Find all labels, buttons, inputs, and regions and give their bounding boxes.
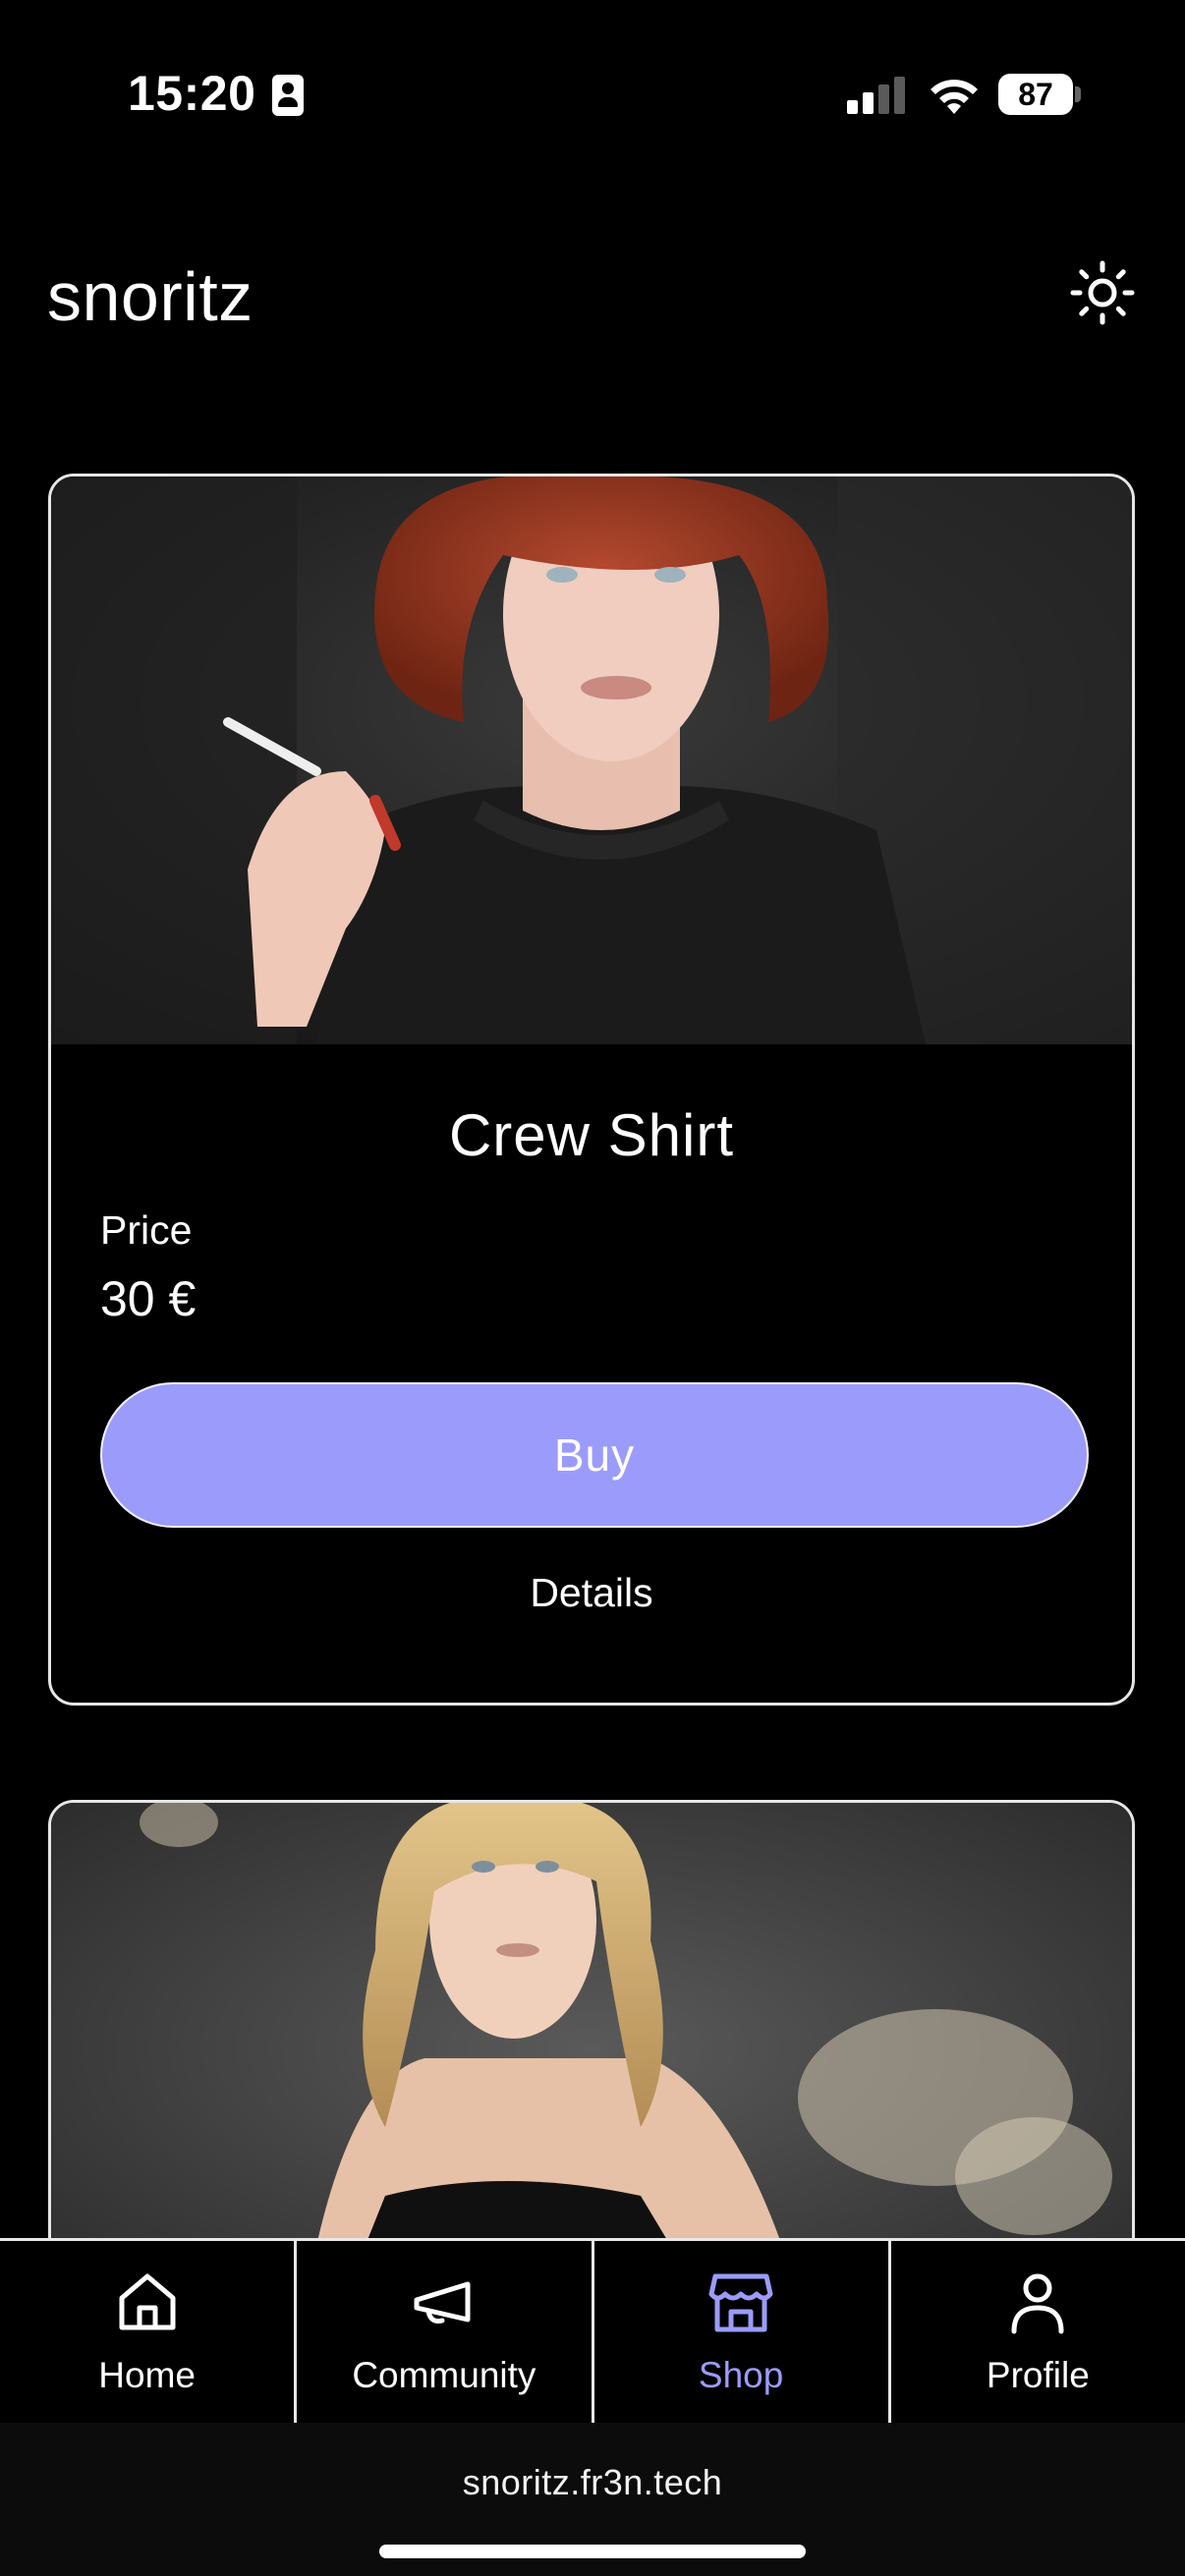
home-icon [119, 2273, 176, 2330]
nav-item-home[interactable]: Home [0, 2241, 294, 2423]
megaphone-icon [414, 2281, 471, 2324]
product-photo [51, 476, 1132, 1044]
product-card [48, 1800, 1135, 2291]
battery-icon: 87 [998, 74, 1073, 115]
product-name: Crew Shirt [448, 1102, 735, 1168]
status-time: 15:20 [128, 66, 256, 121]
sun-icon [1070, 260, 1135, 325]
theme-toggle-button[interactable] [1067, 257, 1138, 328]
browser-bar: snoritz.fr3n.tech [0, 2423, 1185, 2576]
nav-item-profile[interactable]: Profile [887, 2241, 1185, 2423]
nav-label: Community [352, 2355, 536, 2395]
nav-label: Profile [986, 2355, 1090, 2395]
product-card: Crew Shirt Price 30 € Buy Details [48, 474, 1135, 1706]
nav-item-community[interactable]: Community [294, 2241, 591, 2423]
home-indicator[interactable] [379, 2545, 806, 2558]
signal-icon [847, 75, 906, 114]
nav-item-shop[interactable]: Shop [591, 2241, 888, 2423]
store-icon [708, 2273, 773, 2332]
nav-label: Shop [698, 2355, 784, 2395]
battery-level: 87 [1018, 76, 1053, 112]
user-icon [1011, 2273, 1064, 2334]
app-title: snoritz [47, 258, 254, 335]
bottom-nav: Home Community Shop Profile [0, 2238, 1185, 2423]
price-label: Price [100, 1207, 193, 1253]
nav-label: Home [98, 2355, 196, 2395]
battery-tip [1075, 86, 1081, 102]
wifi-icon [931, 80, 978, 114]
buy-button[interactable]: Buy [100, 1382, 1089, 1528]
price-value: 30 € [100, 1271, 197, 1326]
details-link[interactable]: Details [51, 1570, 1132, 1616]
url-text[interactable]: snoritz.fr3n.tech [0, 2462, 1185, 2503]
id-badge-icon [272, 75, 304, 116]
product-photo [51, 1803, 1132, 2288]
status-bar: 15:20 87 [0, 0, 1185, 187]
